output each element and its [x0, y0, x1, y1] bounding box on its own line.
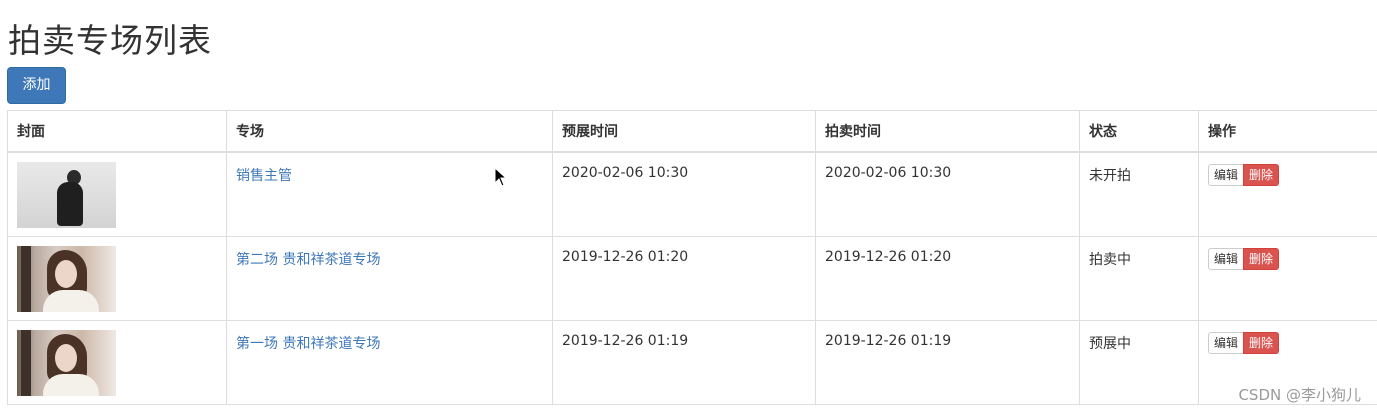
name-cell: 第二场 贵和祥茶道专场: [226, 235, 553, 321]
delete-button[interactable]: 删除: [1243, 164, 1280, 186]
name-cell: 销售主管: [226, 151, 553, 237]
cover-cell: [7, 319, 227, 405]
mouse-cursor-icon: [494, 167, 508, 187]
action-button-group: 编辑 删除: [1208, 247, 1280, 270]
column-header-status: 状态: [1079, 110, 1199, 153]
add-button[interactable]: 添加: [7, 67, 66, 104]
table-row: 第一场 贵和祥茶道专场 2019-12-26 01:19 2019-12-26 …: [7, 319, 1377, 405]
auction-table: 封面 专场 预展时间 拍卖时间 状态 操作 销售主管 2020-02-06 10…: [7, 110, 1377, 405]
cover-image: [17, 245, 116, 312]
column-header-name: 专场: [226, 110, 553, 153]
preview-time-cell: 2019-12-26 01:20: [552, 235, 816, 321]
edit-button[interactable]: 编辑: [1208, 247, 1245, 270]
cover-image: [17, 162, 116, 228]
edit-button[interactable]: 编辑: [1208, 164, 1245, 186]
actions-cell: 编辑 删除: [1198, 235, 1377, 321]
delete-button[interactable]: 删除: [1243, 331, 1280, 354]
watermark: CSDN @李小狗儿: [1238, 386, 1361, 404]
preview-time-cell: 2019-12-26 01:19: [552, 319, 816, 405]
session-link[interactable]: 第一场 贵和祥茶道专场: [236, 336, 380, 352]
delete-button[interactable]: 删除: [1243, 247, 1280, 270]
table-header-row: 封面 专场 预展时间 拍卖时间 状态 操作: [7, 110, 1377, 153]
cover-cell: [7, 151, 227, 237]
name-cell: 第一场 贵和祥茶道专场: [226, 319, 553, 405]
auction-time-cell: 2019-12-26 01:20: [815, 235, 1080, 321]
column-header-actions: 操作: [1198, 110, 1377, 153]
edit-button[interactable]: 编辑: [1208, 331, 1245, 354]
column-header-preview-time: 预展时间: [552, 110, 816, 153]
table-row: 销售主管 2020-02-06 10:30 2020-02-06 10:30 未…: [7, 151, 1377, 237]
status-cell: 未开拍: [1079, 151, 1199, 237]
status-cell: 预展中: [1079, 319, 1199, 405]
auction-time-cell: 2020-02-06 10:30: [815, 151, 1080, 237]
column-header-auction-time: 拍卖时间: [815, 110, 1080, 153]
status-cell: 拍卖中: [1079, 235, 1199, 321]
column-header-cover: 封面: [7, 110, 227, 153]
page-title: 拍卖专场列表: [8, 21, 212, 60]
actions-cell: 编辑 删除: [1198, 151, 1377, 237]
action-button-group: 编辑 删除: [1208, 331, 1280, 354]
table-row: 第二场 贵和祥茶道专场 2019-12-26 01:20 2019-12-26 …: [7, 235, 1377, 321]
cover-cell: [7, 235, 227, 321]
session-link[interactable]: 销售主管: [236, 168, 292, 184]
session-link[interactable]: 第二场 贵和祥茶道专场: [236, 252, 380, 268]
action-button-group: 编辑 删除: [1208, 164, 1280, 186]
cover-image: [17, 329, 116, 396]
preview-time-cell: 2020-02-06 10:30: [552, 151, 816, 237]
auction-time-cell: 2019-12-26 01:19: [815, 319, 1080, 405]
